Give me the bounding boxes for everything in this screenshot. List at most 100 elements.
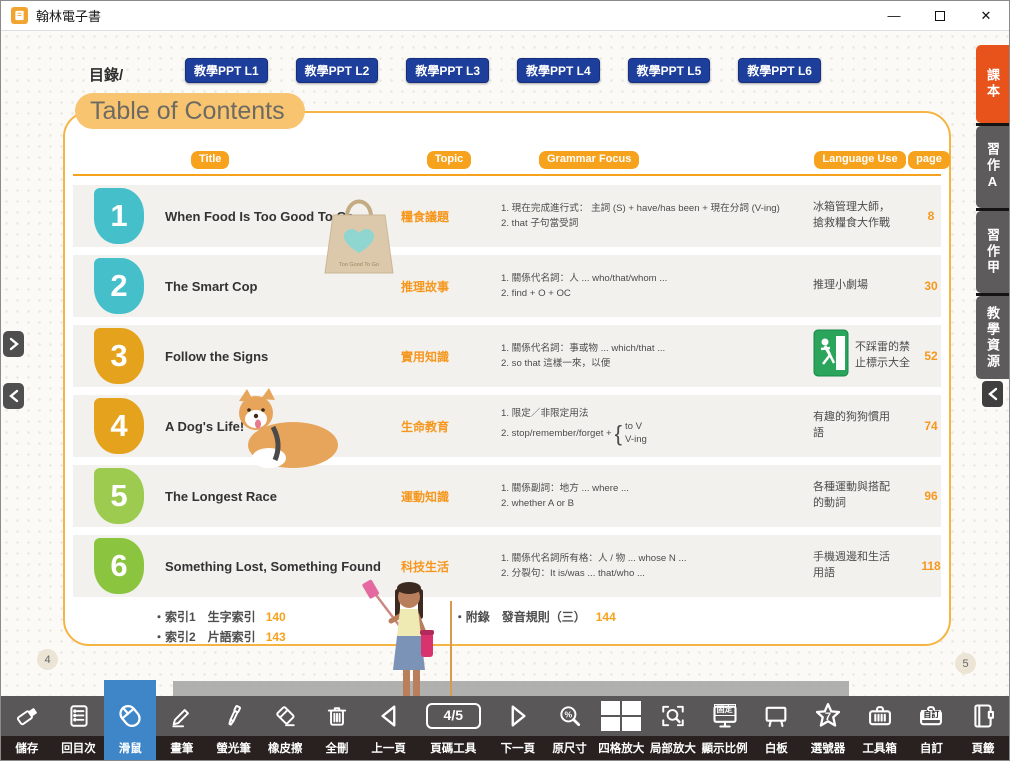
column-header-page: page	[908, 151, 950, 168]
tool-save[interactable]: 儲存	[1, 696, 53, 760]
tool-eraser[interactable]: 橡皮擦	[259, 696, 311, 760]
sidebar-collapse-button[interactable]	[982, 381, 1003, 407]
unit-grammar: 1. 現在完成進行式： 主詞 (S) + have/has been + 現在分…	[501, 201, 813, 232]
unit-row-4: 4 A Dog's Life! 生命教育 1. 限定／非限定用法 2. stop…	[73, 395, 941, 457]
unit-grammar: 1. 限定／非限定用法 2. stop/remember/forget + { …	[501, 406, 813, 446]
tool-delete-all[interactable]: 全刪	[311, 696, 363, 760]
unit-number-badge: 4	[94, 398, 144, 454]
left-page-number: 4	[37, 649, 58, 670]
number-picker-icon: 7	[802, 696, 854, 736]
unit-title: The Longest Race	[165, 489, 401, 504]
tool-page-number[interactable]: 4/5 頁碼工具	[415, 696, 493, 760]
unit-page-number: 96	[911, 489, 951, 503]
unit-language-use: 手機週邊和生活用語	[813, 550, 911, 582]
maximize-icon	[935, 11, 945, 21]
page-content: 教學PPT L1 教學PPT L2 教學PPT L3 教學PPT L4 教學PP…	[1, 31, 1009, 760]
right-sidebar: 課本 習作A 習作甲 教學資源	[976, 45, 1009, 407]
tool-back-to-toc[interactable]: 回目次	[53, 696, 105, 760]
toc-card: Title Topic Grammar Focus Language Use p…	[63, 111, 951, 646]
unit-topic: 運動知識	[401, 488, 501, 505]
ebook-window: 翰林電子書 — ✕ 教學PPT L1 教學PPT L2 教學PPT L3 教學P…	[0, 0, 1010, 761]
panel-expand-right-button[interactable]	[3, 331, 24, 357]
minimize-button[interactable]: —	[871, 1, 917, 31]
unit-grammar: 1. 關係代名詞所有格：人 / 物 ... whose N ... 2. 分裂句…	[501, 551, 813, 582]
breadcrumb: 目錄/	[89, 64, 123, 85]
unit-topic: 推理故事	[401, 278, 501, 295]
tab-workbook-a[interactable]: 習作A	[976, 126, 1009, 208]
page-tab-icon	[957, 696, 1009, 736]
ppt-l2-button[interactable]: 教學PPT L2	[296, 58, 379, 83]
window-title: 翰林電子書	[36, 6, 101, 25]
tool-whiteboard[interactable]: 白板	[750, 696, 802, 760]
display-ratio-icon: 固定	[699, 696, 751, 736]
tool-custom[interactable]: 自訂 自訂	[906, 696, 958, 760]
header-divider	[73, 174, 941, 176]
tab-textbook[interactable]: 課本	[976, 45, 1009, 123]
ppt-l6-button[interactable]: 教學PPT L6	[738, 58, 821, 83]
unit-row-5: 5 The Longest Race 運動知識 1. 關係副詞：地方 ... w…	[73, 465, 941, 527]
eraser-icon	[259, 696, 311, 736]
unit-page-number: 118	[911, 559, 951, 573]
page-indicator-box[interactable]: 4/5	[426, 703, 481, 728]
unit-row-2: 2 The Smart Cop 推理故事 1. 關係代名詞：人 ... who/…	[73, 255, 941, 317]
index-entry: ・索引1 生字索引140	[153, 607, 286, 627]
unit-row-6: 6 Something Lost, Something Found 科技生活 1…	[73, 535, 941, 597]
tool-prev-page[interactable]: 上一頁	[363, 696, 415, 760]
delete-all-icon	[311, 696, 363, 736]
tool-page-tab[interactable]: 頁籤	[957, 696, 1009, 760]
tool-mouse[interactable]: 滑鼠	[104, 696, 156, 760]
panel-collapse-left-button[interactable]	[3, 383, 24, 409]
mouse-icon	[104, 696, 156, 736]
tool-number-picker[interactable]: 7 選號器	[802, 696, 854, 760]
unit-topic: 糧食議題	[401, 208, 501, 225]
tool-display-ratio[interactable]: 固定 顯示比例	[699, 696, 751, 760]
tool-toolbox[interactable]: 工具箱	[854, 696, 906, 760]
ppt-l5-button[interactable]: 教學PPT L5	[628, 58, 711, 83]
table-header: Title Topic Grammar Focus Language Use p…	[71, 151, 943, 169]
right-page-number: 5	[955, 653, 976, 674]
exit-sign-illustration	[813, 329, 849, 383]
maximize-button[interactable]	[917, 1, 963, 31]
close-button[interactable]: ✕	[963, 1, 1009, 31]
tab-teaching-resources[interactable]: 教學資源	[976, 296, 1009, 379]
tool-area-zoom[interactable]: 局部放大	[647, 696, 699, 760]
unit-number-badge: 2	[94, 258, 144, 314]
ppt-button-row: 教學PPT L1 教學PPT L2 教學PPT L3 教學PPT L4 教學PP…	[185, 58, 821, 83]
window-controls: — ✕	[871, 1, 1009, 31]
tool-next-page[interactable]: 下一頁	[492, 696, 544, 760]
ppt-l1-button[interactable]: 教學PPT L1	[185, 58, 268, 83]
unit-topic: 實用知識	[401, 348, 501, 365]
tool-original-size[interactable]: % 原尺寸	[544, 696, 596, 760]
whiteboard-icon	[750, 696, 802, 736]
page-title: Table of Contents	[75, 93, 305, 129]
svg-text:%: %	[564, 710, 572, 720]
custom-toolbox-icon: 自訂	[906, 696, 958, 736]
unit-row-1: 1 When Food Is Too Good To Go 糧食議題 1. 現在…	[73, 185, 941, 247]
next-page-icon	[492, 696, 544, 736]
usb-save-icon	[1, 696, 53, 736]
unit-page-number: 74	[911, 419, 951, 433]
svg-text:7: 7	[825, 711, 831, 723]
window-titlebar: 翰林電子書 — ✕	[1, 1, 1009, 31]
unit-language-use: 各種運動與搭配的動詞	[813, 480, 911, 512]
column-header-title: Title	[191, 151, 229, 168]
unit-number-badge: 6	[94, 538, 144, 594]
fixed-badge: 固定	[714, 704, 736, 716]
woman-illustration	[359, 577, 469, 707]
brace-glyph: {	[615, 423, 622, 445]
pen-icon	[156, 696, 208, 736]
four-pane-zoom-icon	[595, 696, 647, 736]
tab-workbook-jia[interactable]: 習作甲	[976, 211, 1009, 293]
unit-number-badge: 5	[94, 468, 144, 524]
ppt-l4-button[interactable]: 教學PPT L4	[517, 58, 600, 83]
custom-badge: 自訂	[921, 710, 941, 720]
tool-pen[interactable]: 畫筆	[156, 696, 208, 760]
ppt-l3-button[interactable]: 教學PPT L3	[406, 58, 489, 83]
unit-language-use: 有趣的狗狗慣用語	[813, 410, 911, 442]
tool-four-pane-zoom[interactable]: 四格放大	[595, 696, 647, 760]
prev-page-icon	[363, 696, 415, 736]
unit-language-use: 推理小劇場	[813, 278, 911, 294]
unit-title: Follow the Signs	[165, 349, 401, 364]
unit-grammar: 1. 關係代名詞：人 ... who/that/whom ... 2. find…	[501, 271, 813, 302]
tool-highlighter[interactable]: 螢光筆	[208, 696, 260, 760]
